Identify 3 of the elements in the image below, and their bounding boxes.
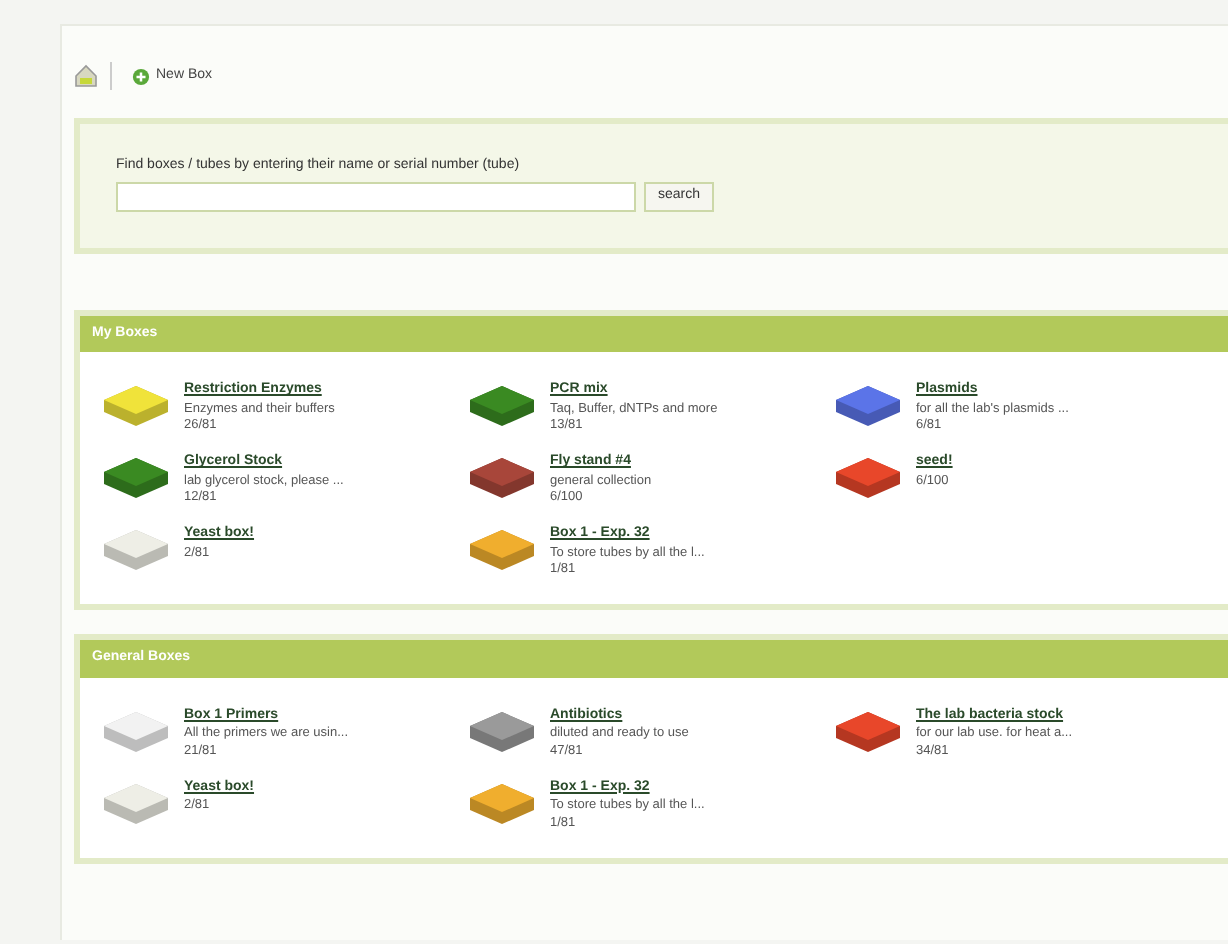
search-field[interactable]: [116, 181, 636, 211]
home-icon[interactable]: [74, 64, 98, 88]
plus-circle-icon: [132, 67, 150, 85]
